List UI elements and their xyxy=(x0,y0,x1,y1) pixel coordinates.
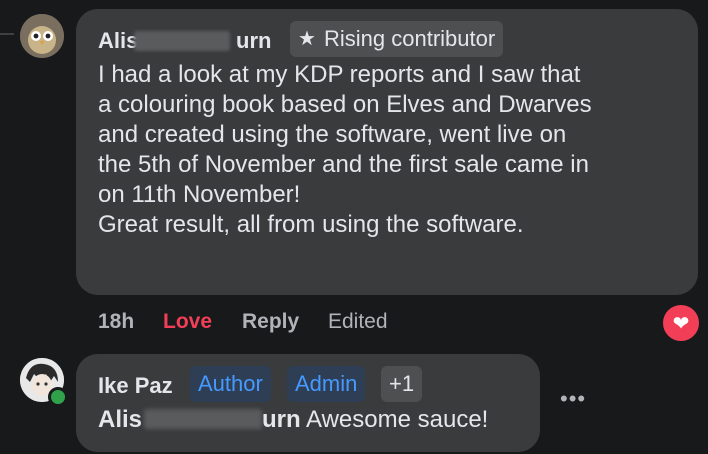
mention-name[interactable]: Alis xyxy=(98,405,142,435)
reply-text: Awesome sauce! xyxy=(306,406,489,433)
more-options-icon[interactable]: ••• xyxy=(560,386,586,412)
thread-connector xyxy=(0,33,14,35)
edited-label[interactable]: Edited xyxy=(328,310,388,334)
online-status-icon xyxy=(48,387,68,407)
reply-text-line: urn Awesome sauce! xyxy=(262,405,488,435)
redacted-mention-blur xyxy=(144,409,262,429)
star-icon: ★ xyxy=(298,28,316,50)
reply-author-name[interactable]: Ike Paz xyxy=(98,373,173,399)
comment-timestamp[interactable]: 18h xyxy=(98,310,134,334)
admin-badge[interactable]: Admin xyxy=(287,366,366,402)
comment-text: I had a look at my KDP reports and I saw… xyxy=(98,61,592,238)
author-badge[interactable]: Author xyxy=(190,366,271,402)
avatar[interactable] xyxy=(20,14,64,58)
mention-name-tail[interactable]: urn xyxy=(262,406,301,433)
more-badges[interactable]: +1 xyxy=(381,366,423,402)
comment-author-name[interactable]: Alis xyxy=(98,28,138,54)
redacted-name-blur xyxy=(134,31,230,51)
reply-button[interactable]: Reply xyxy=(242,310,299,334)
rising-contributor-badge[interactable]: ★ Rising contributor xyxy=(290,21,504,57)
comment-author-name-tail[interactable]: urn xyxy=(236,28,271,54)
heart-icon[interactable]: ❤ xyxy=(660,302,702,344)
love-reaction-button[interactable]: Love xyxy=(163,310,212,334)
owl-avatar-image xyxy=(20,14,64,58)
